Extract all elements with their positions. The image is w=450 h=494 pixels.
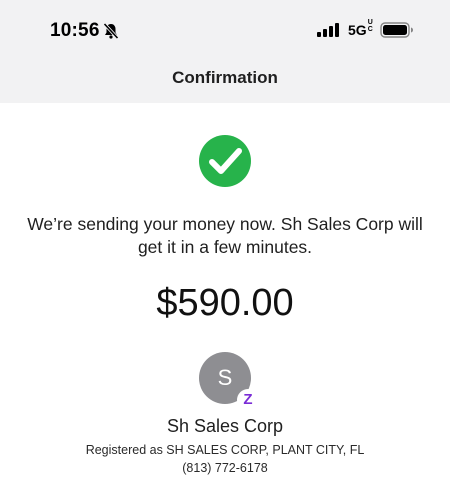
payment-amount: $590.00 xyxy=(156,282,294,324)
bell-slash-icon xyxy=(103,22,119,40)
cellular-signal-icon xyxy=(317,23,339,37)
status-bar: 10:56 5GUC xyxy=(0,0,450,56)
page-title: Confirmation xyxy=(172,68,278,87)
status-time: 10:56 xyxy=(50,20,100,41)
top-bar: 10:56 5GUC Confirmation xyxy=(0,0,450,103)
recipient-registered: Registered as SH SALES CORP, PLANT CITY,… xyxy=(85,443,365,457)
network-type: 5GUC xyxy=(348,19,374,38)
confirmation-message: We’re sending your money now. Sh Sales C… xyxy=(27,214,423,257)
network-label: 5G xyxy=(348,22,367,38)
zelle-icon: Z xyxy=(237,389,259,411)
network-suffix: UC xyxy=(367,19,373,33)
recipient-phone: (813) 772-6178 xyxy=(182,461,268,475)
checkmark-circle-icon xyxy=(199,135,251,187)
battery-icon xyxy=(380,22,413,38)
recipient-name: Sh Sales Corp xyxy=(166,416,284,436)
